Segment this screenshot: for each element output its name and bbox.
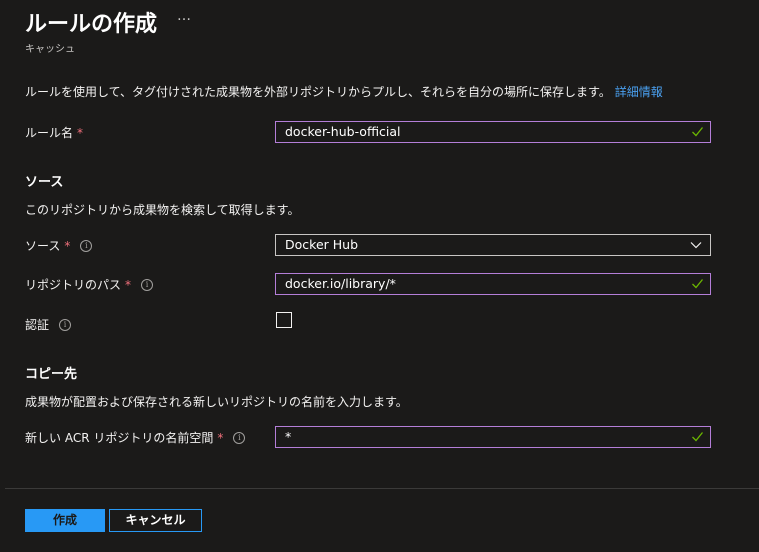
create-button[interactable]: 作成 bbox=[25, 509, 105, 532]
source-label-text: ソース bbox=[25, 239, 61, 253]
source-dropdown[interactable]: Docker Hub bbox=[275, 234, 711, 256]
namespace-input[interactable]: * bbox=[275, 426, 711, 448]
source-label: ソース * i bbox=[25, 237, 93, 254]
page-subtitle: キャッシュ bbox=[25, 44, 75, 55]
rule-name-label-text: ルール名 bbox=[25, 126, 74, 140]
repo-path-input[interactable]: docker.io/library/* bbox=[275, 273, 711, 295]
info-icon[interactable]: i bbox=[141, 278, 154, 291]
destination-section-description: 成果物が配置および保存される新しいリポジトリの名前を入力します。 bbox=[25, 395, 408, 409]
source-section-description: このリポジトリから成果物を検索して取得します。 bbox=[25, 203, 300, 217]
rule-name-value: docker-hub-official bbox=[285, 124, 401, 139]
create-rule-panel: ルールの作成 … キャッシュ ルールを使用して、タグ付けされた成果物を外部リポジ… bbox=[0, 0, 759, 552]
namespace-value: * bbox=[285, 429, 292, 444]
rule-name-label: ルール名 * bbox=[25, 124, 83, 141]
description: ルールを使用して、タグ付けされた成果物を外部リポジトリからプルし、それらを自分の… bbox=[25, 83, 663, 100]
learn-more-link[interactable]: 詳細情報 bbox=[615, 85, 663, 99]
source-section-heading: ソース bbox=[25, 175, 64, 190]
source-selected-value: Docker Hub bbox=[285, 237, 358, 252]
info-icon[interactable]: i bbox=[80, 239, 93, 252]
namespace-label: 新しい ACR リポジトリの名前空間 * i bbox=[25, 429, 246, 446]
required-marker: * bbox=[217, 430, 224, 445]
info-icon[interactable]: i bbox=[233, 431, 246, 444]
required-marker: * bbox=[64, 238, 71, 253]
auth-checkbox[interactable] bbox=[276, 312, 292, 328]
required-marker: * bbox=[125, 277, 132, 292]
page-title: ルールの作成 bbox=[25, 12, 158, 37]
checkmark-icon bbox=[692, 432, 704, 442]
cancel-button[interactable]: キャンセル bbox=[109, 509, 202, 532]
checkmark-icon bbox=[692, 127, 704, 137]
rule-name-input[interactable]: docker-hub-official bbox=[275, 121, 711, 143]
namespace-label-text: 新しい ACR リポジトリの名前空間 bbox=[25, 431, 214, 445]
auth-label: 認証 i bbox=[25, 316, 72, 333]
description-text: ルールを使用して、タグ付けされた成果物を外部リポジトリからプルし、それらを自分の… bbox=[25, 85, 611, 99]
repo-path-label-text: リポジトリのパス bbox=[25, 278, 122, 292]
footer-divider bbox=[5, 488, 759, 489]
required-marker: * bbox=[77, 125, 84, 140]
auth-label-text: 認証 bbox=[25, 318, 50, 332]
repo-path-label: リポジトリのパス * i bbox=[25, 276, 154, 293]
chevron-down-icon bbox=[690, 242, 702, 249]
destination-section-heading: コピー先 bbox=[25, 367, 78, 382]
repo-path-value: docker.io/library/* bbox=[285, 276, 396, 291]
info-icon[interactable]: i bbox=[59, 318, 72, 331]
more-options-icon[interactable]: … bbox=[177, 8, 191, 24]
checkmark-icon bbox=[692, 279, 704, 289]
